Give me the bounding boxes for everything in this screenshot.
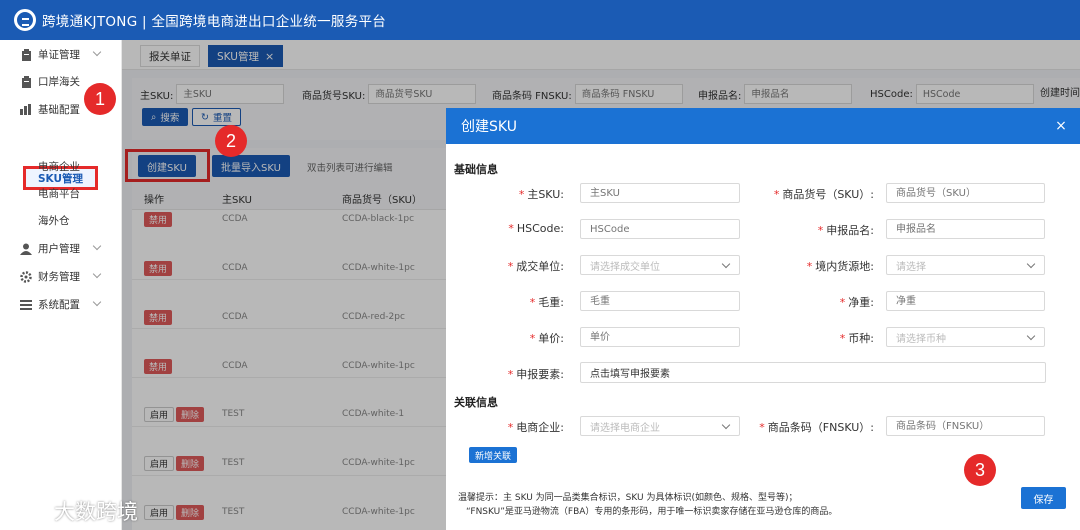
product-no-field[interactable] (886, 183, 1045, 203)
annotation-badge-3: 3 (964, 454, 996, 486)
kjtong-logo-icon (14, 9, 36, 31)
sidebar-item-users[interactable]: 用户管理 (0, 235, 122, 262)
sidebar-item-label: 用户管理 (38, 243, 80, 255)
label-text: 申报要素: (516, 368, 564, 381)
sidebar-item-documents[interactable]: 单证管理 (0, 41, 122, 68)
declaration-elements-field[interactable]: 点击填写申报要素 (580, 362, 1046, 383)
field-label-unit: * 成交单位: (507, 260, 564, 273)
ecommerce-company-select[interactable]: 请选择电商企业 (580, 416, 740, 436)
field-label-gross: * 毛重: (529, 296, 564, 309)
decl-name-field[interactable] (886, 219, 1045, 239)
chevron-down-icon (92, 297, 102, 307)
label-text: 主SKU: (527, 188, 564, 201)
label-text: HSCode: (516, 222, 564, 235)
sidebar-item-label: 基础配置 (38, 104, 80, 116)
sidebar-sub-overseas-warehouse[interactable]: 海外仓 (38, 213, 70, 228)
label-text: 商品货号（SKU）: (782, 188, 874, 201)
field-label-decl-name: * 申报品名: (817, 224, 874, 237)
field-label-master-sku: * 主SKU: (518, 188, 564, 201)
net-weight-field[interactable] (886, 291, 1045, 311)
label-text: 单价: (538, 332, 564, 345)
origin-select[interactable]: 请选择 (886, 255, 1045, 275)
field-label-company: * 电商企业: (507, 421, 564, 434)
chevron-down-icon (92, 269, 102, 279)
annotation-badge-1: 1 (84, 83, 116, 115)
user-icon (20, 243, 32, 255)
unit-price-field[interactable] (580, 327, 740, 347)
label-text: 币种: (848, 332, 874, 345)
watermark-logo-icon (10, 502, 48, 520)
clipboard-icon (20, 48, 32, 61)
field-label-currency: * 币种: (839, 332, 874, 345)
clipboard-icon (20, 75, 32, 88)
sidebar-item-label: 系统配置 (38, 299, 80, 311)
label-text: 净重: (848, 296, 874, 309)
section-link-info: 关联信息 (454, 396, 498, 409)
field-label-elements: * 申报要素: (507, 368, 564, 381)
save-button[interactable]: 保存 (1021, 487, 1066, 509)
field-label-net: * 净重: (839, 296, 874, 309)
currency-select[interactable]: 请选择币种 (886, 327, 1045, 347)
hscode-field[interactable] (580, 219, 740, 239)
section-basic-info: 基础信息 (454, 163, 498, 176)
dialog-title: 创建SKU (461, 119, 517, 135)
label-text: 境内货源地: (815, 260, 874, 273)
annotation-badge-2: 2 (215, 125, 247, 157)
label-text: 电商企业: (516, 421, 564, 434)
sidebar-item-finance[interactable]: 财务管理 (0, 263, 122, 290)
gear-icon (20, 270, 32, 283)
fnsku-field[interactable] (886, 416, 1045, 436)
sidebar-sub-ecommerce-platform[interactable]: 电商平台 (38, 186, 80, 201)
tip-line-1: 温馨提示：主 SKU 为同一品类集合标识，SKU 为具体标识(如颜色、规格、型号… (458, 493, 798, 503)
chevron-down-icon (92, 241, 102, 251)
label-text: 商品条码（FNSKU）: (767, 421, 874, 434)
app-title: 跨境通KJTONG | 全国跨境电商进出口企业统一服务平台 (42, 14, 387, 30)
watermark: 大数跨境 (8, 496, 138, 526)
add-link-button[interactable]: 新增关联 (469, 447, 518, 463)
unit-select[interactable]: 请选择成交单位 (580, 255, 740, 275)
field-label-price: * 单价: (529, 332, 564, 345)
label-text: 毛重: (538, 296, 564, 309)
list-icon (20, 299, 32, 311)
close-icon[interactable]: × (1054, 119, 1068, 133)
tip-line-2: “FNSKU”是亚马逊物流（FBA）专用的条形码，用于唯一标识卖家存储在亚马逊仓… (466, 507, 838, 517)
dialog-header: 创建SKU (446, 108, 1080, 144)
bar-chart-icon (20, 104, 32, 116)
sidebar-item-label: 财务管理 (38, 271, 80, 283)
sidebar-item-label: 口岸海关 (38, 76, 80, 88)
watermark-text: 大数跨境 (54, 500, 138, 524)
sidebar-item-label: 单证管理 (38, 49, 80, 61)
master-sku-field[interactable] (580, 183, 740, 203)
sidebar-item-system-config[interactable]: 系统配置 (0, 291, 122, 318)
gross-weight-field[interactable] (580, 291, 740, 311)
chevron-down-icon (92, 47, 102, 57)
top-bar: 跨境通KJTONG | 全国跨境电商进出口企业统一服务平台 (0, 0, 1080, 40)
field-label-product-no: * 商品货号（SKU）: (773, 188, 874, 201)
field-label-fnsku: * 商品条码（FNSKU）: (759, 421, 874, 434)
field-label-origin: * 境内货源地: (806, 260, 874, 273)
field-label-hscode: * HSCode: (508, 222, 564, 235)
label-text: 成交单位: (516, 260, 564, 273)
sidebar-sub-ecommerce-company[interactable]: 电商企业 (38, 159, 80, 174)
label-text: 申报品名: (826, 224, 874, 237)
